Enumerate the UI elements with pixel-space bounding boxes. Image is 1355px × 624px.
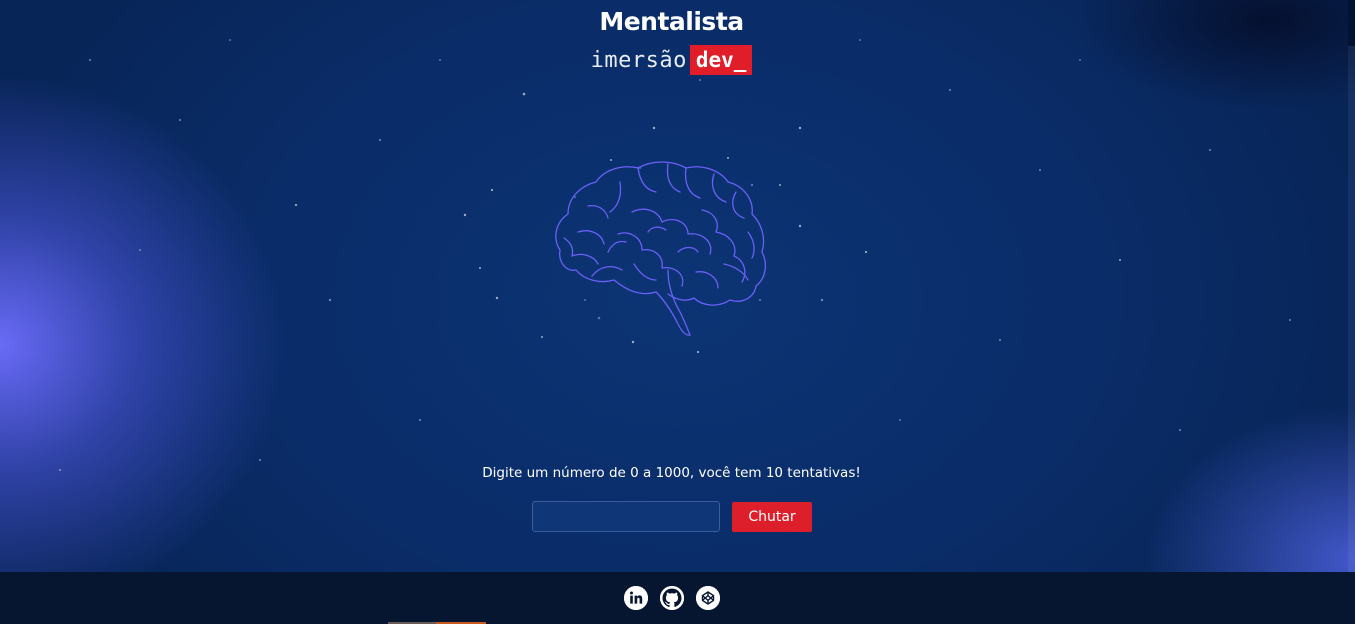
linkedin-icon xyxy=(623,586,648,610)
scrollbar[interactable] xyxy=(1348,0,1355,572)
page-header: Mentalista imersão dev_ xyxy=(0,6,1343,75)
codepen-link[interactable] xyxy=(695,586,720,610)
brand-text: imersão xyxy=(590,47,687,73)
page-title: Mentalista xyxy=(599,7,744,36)
linkedin-link[interactable] xyxy=(623,586,648,610)
footer xyxy=(0,572,1355,624)
guess-input[interactable] xyxy=(532,501,720,532)
game-instructions: Digite um número de 0 a 1000, você tem 1… xyxy=(482,465,861,481)
github-icon xyxy=(659,586,684,610)
guess-button[interactable]: Chutar xyxy=(732,502,812,532)
scrollbar-thumb[interactable] xyxy=(1348,0,1355,46)
guess-form: Chutar xyxy=(532,501,812,532)
brand-logo: imersão dev_ xyxy=(591,45,753,75)
codepen-icon xyxy=(695,586,720,610)
brain-illustration xyxy=(555,161,767,336)
github-link[interactable] xyxy=(659,586,684,610)
brand-tag: dev_ xyxy=(689,45,753,75)
